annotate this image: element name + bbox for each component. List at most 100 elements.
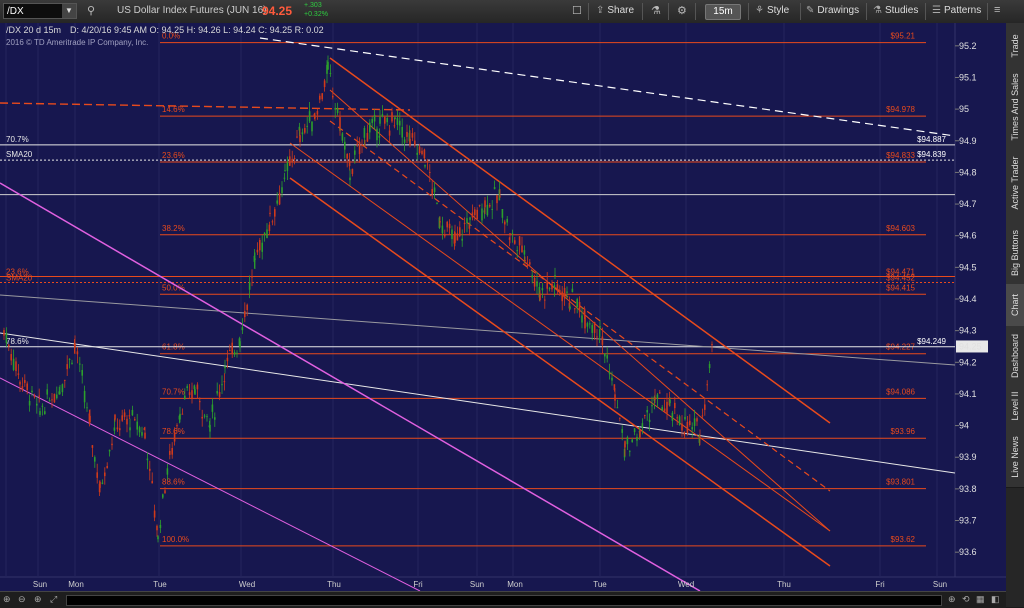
candle-body xyxy=(486,204,489,216)
top-toolbar: /DX ▼ ⚲ US Dollar Index Futures (JUN 16)… xyxy=(0,0,1024,24)
candle-body xyxy=(448,223,451,229)
menu-icon[interactable]: ≡ xyxy=(994,4,1000,16)
channel-upper xyxy=(329,57,831,424)
reset-icon[interactable]: ⟲ xyxy=(962,594,970,605)
tab-trade[interactable]: Trade xyxy=(1006,23,1024,70)
symbol-selector[interactable]: /DX ▼ xyxy=(3,3,77,19)
gear-icon[interactable]: ⚙ xyxy=(677,4,687,17)
candle-body xyxy=(478,204,481,206)
candle-body xyxy=(104,472,106,477)
candle-body xyxy=(578,302,581,312)
candle-body xyxy=(401,126,403,138)
candle-body xyxy=(346,154,348,159)
candle-body xyxy=(598,338,601,340)
candle-body xyxy=(629,450,631,452)
white-level-label: 70.7% xyxy=(6,135,29,144)
chart-canvas[interactable]: 0.0% $95.2114.6% $94.97823.6% $94.83338.2% $… xyxy=(0,23,1006,591)
candle-body xyxy=(323,80,326,88)
candle-body xyxy=(633,428,636,433)
candle-body xyxy=(409,138,411,146)
candle-body xyxy=(12,358,15,370)
candle-body xyxy=(201,416,203,419)
tab-times-and-sales[interactable]: Times And Sales xyxy=(1006,69,1024,146)
grid-icon[interactable]: ▦ xyxy=(976,594,985,605)
price-tick-label: 94.5 xyxy=(959,262,977,272)
candle-body xyxy=(244,310,246,318)
candle-body xyxy=(349,177,351,181)
candle-body xyxy=(164,490,166,494)
candle-body xyxy=(48,400,51,402)
candle-body xyxy=(684,416,686,420)
dashed-trendline xyxy=(259,37,956,137)
candle-body xyxy=(641,423,644,428)
candle-body xyxy=(416,152,418,155)
chevron-down-icon[interactable]: ▼ xyxy=(62,4,76,18)
zoom-out-icon[interactable]: ⊖ xyxy=(18,594,26,605)
candle-body xyxy=(666,401,668,414)
candle-body xyxy=(481,208,483,221)
candle-body xyxy=(71,362,73,365)
candle-body xyxy=(223,381,226,383)
crosshair-icon[interactable]: ⊕ xyxy=(3,594,11,605)
style-icon: ⚘ xyxy=(755,5,764,16)
time-scrollbar[interactable] xyxy=(66,595,942,606)
candle-body xyxy=(376,128,378,141)
candle-body xyxy=(284,170,286,172)
price-tick-label: 94.2 xyxy=(959,357,977,367)
drawings-button[interactable]: ✎ Drawings xyxy=(806,3,859,19)
candle-body xyxy=(421,150,423,155)
candle-body xyxy=(301,132,304,135)
timeframe-selector[interactable]: 15m xyxy=(705,4,741,20)
candle-body xyxy=(99,481,101,488)
expand-icon[interactable]: ⤢ xyxy=(50,594,57,605)
tab-live-news[interactable]: Live News xyxy=(1006,426,1024,488)
candle-body xyxy=(31,390,33,393)
studies-button[interactable]: ⚗ Studies xyxy=(873,3,918,19)
candle-body xyxy=(414,140,416,146)
candle-body xyxy=(614,394,616,401)
candle-body xyxy=(354,150,356,155)
candle-body xyxy=(214,417,216,420)
tab-active-trader[interactable]: Active Trader xyxy=(1006,145,1024,222)
zoom-in-icon[interactable]: ⊕ xyxy=(34,594,42,605)
tab-big-buttons[interactable]: Big Buttons xyxy=(1006,221,1024,285)
share-button[interactable]: ⇪ Share xyxy=(596,3,634,19)
tab-label: Live News xyxy=(1010,435,1020,478)
zoom-icon[interactable]: ⊕ xyxy=(948,594,956,605)
tab-level-ii[interactable]: Level II xyxy=(1006,386,1024,427)
candle-body xyxy=(229,350,231,352)
candle-body xyxy=(388,130,391,136)
candle-body xyxy=(149,468,151,471)
candle-body xyxy=(701,415,704,417)
link-icon[interactable]: ⚲ xyxy=(87,4,95,17)
candle-body xyxy=(371,119,373,123)
candle-body xyxy=(66,364,68,370)
candle-body xyxy=(89,415,91,423)
candle-body xyxy=(693,418,696,426)
candle-body xyxy=(341,133,344,141)
candle-body xyxy=(76,351,79,355)
candle-body xyxy=(339,117,341,128)
candle-body xyxy=(15,361,17,372)
style-button[interactable]: ⚘ Style xyxy=(755,3,789,19)
candle-body xyxy=(203,415,206,417)
candle-body xyxy=(296,136,298,138)
candle-body xyxy=(436,202,438,204)
candle-body xyxy=(319,95,321,100)
candle-body xyxy=(621,429,623,433)
candle-body xyxy=(644,414,646,416)
time-tick-label: Sun xyxy=(33,580,47,589)
candle-body xyxy=(211,404,214,412)
patterns-button[interactable]: ☰ Patterns xyxy=(932,3,981,19)
price-chart[interactable]: 0.0% $95.21 14.6% $94.978 23.6% $94.833 38.2% $… xyxy=(0,23,1006,591)
tab-label: Chart xyxy=(1010,293,1020,317)
flask-icon[interactable]: ⚗ xyxy=(651,4,661,17)
candle-body xyxy=(321,93,323,100)
tab-dashboard[interactable]: Dashboard xyxy=(1006,326,1024,387)
settings-icon[interactable]: ◧ xyxy=(991,594,1000,605)
candle-body xyxy=(131,409,134,416)
tab-chart[interactable]: Chart xyxy=(1006,284,1024,327)
candle-body xyxy=(39,411,41,415)
account-icon[interactable]: ☐ xyxy=(572,4,582,17)
candle-body xyxy=(596,336,598,338)
